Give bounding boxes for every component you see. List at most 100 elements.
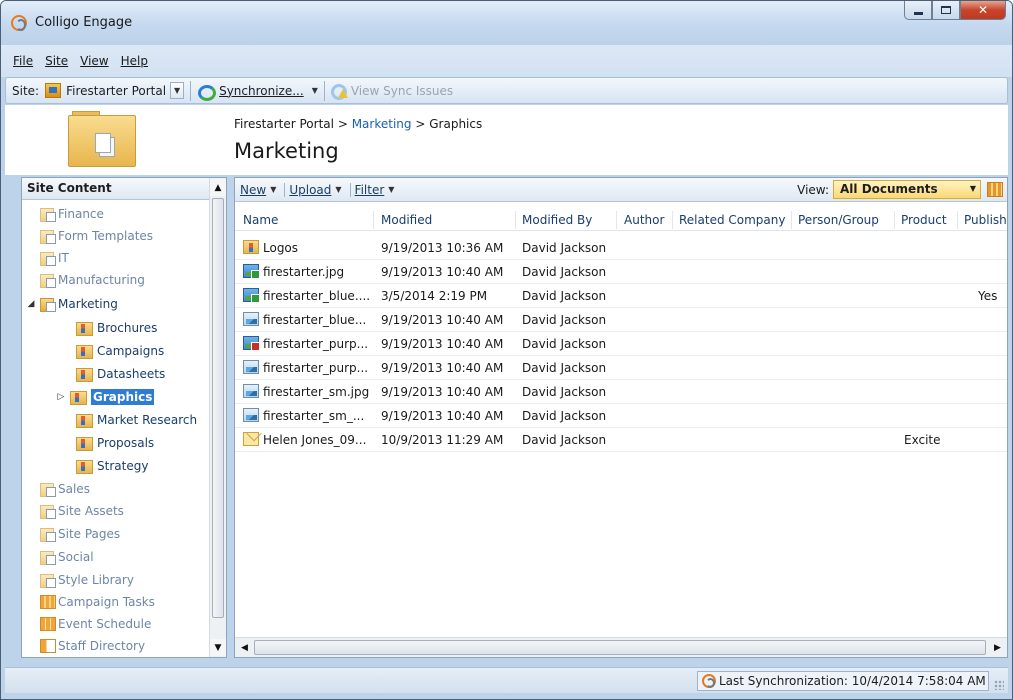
tree-item-label: Site Pages bbox=[58, 527, 121, 541]
minimize-icon bbox=[913, 11, 923, 15]
document-library-icon bbox=[40, 273, 56, 288]
new-dropdown-icon[interactable]: ▼ bbox=[270, 185, 276, 194]
document-library-icon bbox=[40, 550, 56, 565]
view-sync-issues-button[interactable]: View Sync Issues bbox=[351, 84, 453, 98]
cell-publish: Yes bbox=[978, 289, 998, 303]
site-dropdown-button[interactable]: ▼ bbox=[170, 82, 185, 99]
column-header-modified-by[interactable]: Modified By bbox=[522, 213, 592, 227]
expand-arrow-icon[interactable]: ▷ bbox=[56, 392, 66, 402]
filter-button[interactable]: Filter bbox=[355, 183, 385, 197]
tree-item-brochures[interactable]: Brochures bbox=[76, 318, 157, 338]
maximize-button[interactable] bbox=[932, 1, 960, 20]
folder-icon bbox=[76, 459, 94, 474]
tree-item-label: Campaign Tasks bbox=[58, 595, 155, 609]
column-header-product[interactable]: Product bbox=[901, 213, 947, 227]
tree-item-proposals[interactable]: Proposals bbox=[76, 433, 154, 453]
table-row[interactable]: firestarter_purp... 9/19/2013 10:40 AM D… bbox=[235, 333, 1007, 356]
breadcrumb-item-marketing[interactable]: Marketing bbox=[352, 117, 412, 131]
tree-item-label: Sales bbox=[58, 482, 90, 496]
columns-icon[interactable] bbox=[987, 182, 1003, 197]
menu-site[interactable]: Site bbox=[39, 54, 74, 68]
calendar-icon bbox=[40, 617, 56, 631]
tree-item-market-research[interactable]: Market Research bbox=[76, 410, 197, 430]
column-header-related-company[interactable]: Related Company bbox=[679, 213, 785, 227]
collapse-arrow-icon[interactable]: ◢ bbox=[26, 299, 36, 309]
scrollbar-thumb[interactable] bbox=[254, 640, 986, 655]
tree-item-marketing[interactable]: ◢ Marketing bbox=[26, 294, 118, 314]
document-library-icon bbox=[40, 527, 56, 542]
upload-dropdown-icon[interactable]: ▼ bbox=[335, 185, 341, 194]
table-row[interactable]: firestarter_purp... 9/19/2013 10:40 AM D… bbox=[235, 357, 1007, 380]
synchronize-dropdown-icon[interactable]: ▼ bbox=[312, 86, 318, 95]
resize-grip-icon[interactable] bbox=[994, 680, 1004, 690]
image-file-icon bbox=[243, 384, 259, 398]
tree-item-finance[interactable]: Finance bbox=[40, 204, 104, 224]
column-header-modified[interactable]: Modified bbox=[381, 213, 432, 227]
tree-vertical-scrollbar[interactable]: ▲ ▼ bbox=[209, 178, 226, 657]
upload-button[interactable]: Upload bbox=[289, 183, 331, 197]
table-row[interactable]: firestarter.jpg 9/19/2013 10:40 AM David… bbox=[235, 261, 1007, 284]
sync-issues-icon bbox=[330, 83, 348, 100]
tree-item-form-templates[interactable]: Form Templates bbox=[40, 226, 153, 246]
menu-view[interactable]: View bbox=[74, 54, 114, 68]
scrollbar-thumb[interactable] bbox=[212, 198, 224, 618]
toolbar-separator bbox=[323, 80, 325, 101]
tree-item-datasheets[interactable]: Datasheets bbox=[76, 364, 165, 384]
toolbar-separator bbox=[190, 80, 192, 101]
library-folder-icon bbox=[68, 111, 136, 169]
column-header-person-group[interactable]: Person/Group bbox=[798, 213, 879, 227]
tree-item-label: Social bbox=[58, 550, 94, 564]
cell-modified: 9/19/2013 10:40 AM bbox=[381, 265, 504, 279]
table-row[interactable]: Helen Jones_09... 10/9/2013 11:29 AM Dav… bbox=[235, 429, 1007, 452]
view-select[interactable]: All Documents ▼ bbox=[833, 180, 981, 199]
tree-item-manufacturing[interactable]: Manufacturing bbox=[40, 270, 145, 290]
document-library-icon bbox=[40, 251, 56, 266]
tree-item-sales[interactable]: Sales bbox=[40, 479, 90, 499]
scroll-up-arrow-icon[interactable]: ▲ bbox=[210, 179, 226, 196]
menu-file[interactable]: File bbox=[7, 54, 39, 68]
table-row[interactable]: Logos 9/19/2013 10:36 AM David Jackson bbox=[235, 237, 1007, 260]
tree-item-site-pages[interactable]: Site Pages bbox=[40, 524, 120, 544]
tree-item-site-assets[interactable]: Site Assets bbox=[40, 501, 124, 521]
table-row[interactable]: firestarter_sm.jpg 9/19/2013 10:40 AM Da… bbox=[235, 381, 1007, 404]
title-bar[interactable]: Colligo Engage ✕ bbox=[1, 1, 1012, 45]
close-button[interactable]: ✕ bbox=[960, 1, 1006, 20]
scroll-left-arrow-icon[interactable]: ◀ bbox=[236, 639, 253, 656]
tree-item-style-library[interactable]: Style Library bbox=[40, 570, 134, 590]
column-header-name[interactable]: Name bbox=[243, 213, 278, 227]
scroll-down-arrow-icon[interactable]: ▼ bbox=[210, 639, 226, 656]
table-row[interactable]: firestarter_sm_... 9/19/2013 10:40 AM Da… bbox=[235, 405, 1007, 428]
cell-modified-by: David Jackson bbox=[522, 241, 607, 255]
synchronize-icon[interactable] bbox=[197, 83, 217, 101]
tree-item-graphics[interactable]: ▷ Graphics bbox=[56, 387, 155, 407]
breadcrumb-separator: > bbox=[337, 117, 348, 131]
image-file-icon bbox=[243, 360, 259, 374]
tree-item-campaign-tasks[interactable]: Campaign Tasks bbox=[40, 592, 155, 612]
cell-modified: 10/9/2013 11:29 AM bbox=[381, 433, 504, 447]
synchronize-button[interactable]: Synchronize... bbox=[219, 84, 304, 98]
cell-name: firestarter_blue.... bbox=[263, 289, 371, 303]
site-selector[interactable]: Firestarter Portal ▼ bbox=[45, 80, 185, 101]
tree-item-social[interactable]: Social bbox=[40, 547, 94, 567]
scroll-right-arrow-icon[interactable]: ▶ bbox=[989, 639, 1006, 656]
menu-help[interactable]: Help bbox=[115, 54, 154, 68]
tree-item-campaigns[interactable]: Campaigns bbox=[76, 341, 164, 361]
tree-item-staff-directory[interactable]: Staff Directory bbox=[40, 636, 145, 656]
folder-icon bbox=[76, 344, 94, 359]
column-header-author[interactable]: Author bbox=[624, 213, 664, 227]
column-header-publish[interactable]: Publish bbox=[964, 213, 1007, 227]
table-row[interactable]: firestarter_blue... 9/19/2013 10:40 AM D… bbox=[235, 309, 1007, 332]
breadcrumb-item-firestarter-portal[interactable]: Firestarter Portal bbox=[234, 117, 334, 131]
minimize-button[interactable] bbox=[904, 1, 932, 20]
site-content-header: Site Content bbox=[22, 178, 226, 200]
view-selector-area: View: All Documents ▼ bbox=[797, 180, 1003, 199]
tree-item-it[interactable]: IT bbox=[40, 248, 69, 268]
tree-item-label: Campaigns bbox=[97, 344, 165, 358]
new-button[interactable]: New bbox=[240, 183, 266, 197]
table-horizontal-scrollbar[interactable]: ◀ ▶ bbox=[235, 637, 1007, 657]
tree-item-event-schedule[interactable]: Event Schedule bbox=[40, 614, 151, 634]
tree-item-strategy[interactable]: Strategy bbox=[76, 456, 148, 476]
table-row[interactable]: firestarter_blue.... 3/5/2014 2:19 PM Da… bbox=[235, 285, 1007, 308]
tree-item-label: Graphics bbox=[91, 389, 155, 405]
filter-dropdown-icon[interactable]: ▼ bbox=[388, 185, 394, 194]
